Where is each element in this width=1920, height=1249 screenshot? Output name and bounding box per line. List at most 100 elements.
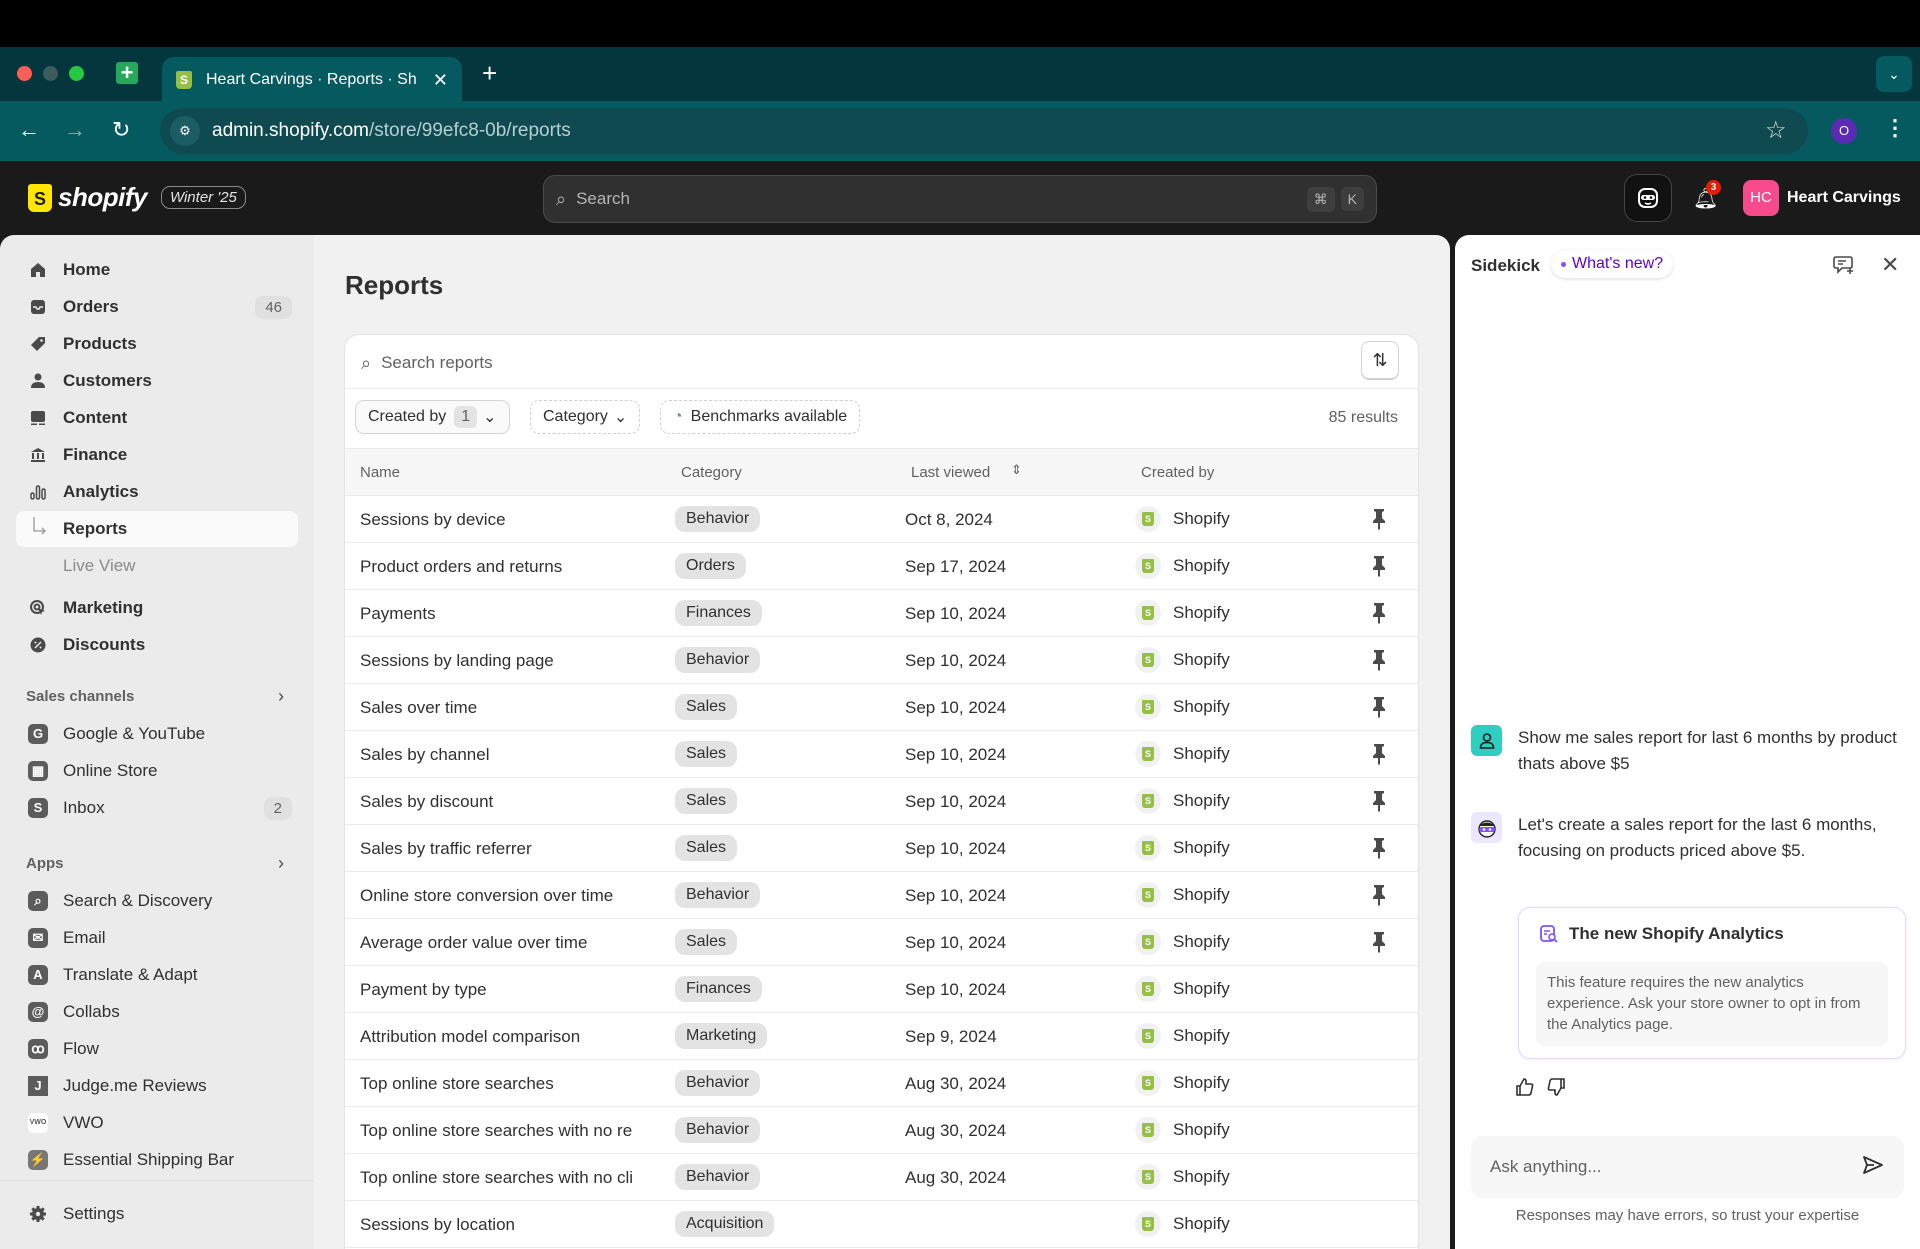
pin-icon[interactable] xyxy=(1371,837,1387,864)
sidebar-item-inbox[interactable]: S Inbox 2 xyxy=(16,790,298,826)
close-window-button[interactable] xyxy=(17,66,32,81)
report-name[interactable]: Attribution model comparison xyxy=(360,1027,660,1047)
pin-icon[interactable] xyxy=(1371,884,1387,911)
maximize-window-button[interactable] xyxy=(69,66,84,81)
store-menu[interactable]: HC Heart Carvings xyxy=(1743,180,1901,216)
sidebar-item-customers[interactable]: Customers xyxy=(16,363,298,399)
table-row[interactable]: Top online store searches with no cli Beh… xyxy=(345,1154,1418,1201)
forward-arrow-icon[interactable]: → xyxy=(64,116,86,144)
report-name[interactable]: Sessions by location xyxy=(360,1215,660,1235)
new-chat-icon[interactable] xyxy=(1833,255,1855,280)
site-settings-icon[interactable]: ⚙ xyxy=(170,116,200,146)
browser-menu-icon[interactable]: ⋮ xyxy=(1884,114,1906,142)
shopify-logo[interactable]: S shopify Winter '25 xyxy=(28,182,246,213)
whats-new-button[interactable]: What's new? xyxy=(1551,250,1673,278)
sort-chevrons-icon[interactable]: ⇕ xyxy=(1011,462,1022,478)
table-row[interactable]: Sessions by location Acquisition S Shopify xyxy=(345,1201,1418,1248)
thumbs-down-icon[interactable] xyxy=(1546,1077,1566,1102)
new-tab-button[interactable]: + xyxy=(482,60,497,86)
report-name[interactable]: Sessions by landing page xyxy=(360,651,660,671)
column-header-last-viewed[interactable]: Last viewed xyxy=(911,464,990,481)
table-row[interactable]: Top online store searches Behavior Aug 30,… xyxy=(345,1060,1418,1107)
sidebar-item-essential-shipping-bar[interactable]: ⚡ Essential Shipping Bar xyxy=(16,1142,298,1178)
sidebar-item-email[interactable]: ✉ Email xyxy=(16,920,298,956)
sort-button[interactable]: ⇅ xyxy=(1361,341,1399,379)
pinned-tab-sheets-icon[interactable]: + xyxy=(116,62,138,84)
pin-icon[interactable] xyxy=(1371,602,1387,629)
pin-icon[interactable] xyxy=(1371,931,1387,958)
ask-anything-input[interactable]: Ask anything... xyxy=(1471,1136,1904,1198)
report-name[interactable]: Sales by traffic referrer xyxy=(360,839,660,859)
sidebar-item-orders[interactable]: Orders 46 xyxy=(16,289,298,325)
table-row[interactable]: Top online store searches with no re Beha… xyxy=(345,1107,1418,1154)
column-header-name[interactable]: Name xyxy=(360,464,400,481)
active-tab[interactable]: S Heart Carvings · Reports · Sh ✕ xyxy=(162,57,462,103)
pin-icon[interactable] xyxy=(1371,649,1387,676)
created-by-filter[interactable]: Created by 1 ⌄ xyxy=(355,400,510,434)
sidebar-item-content[interactable]: Content xyxy=(16,400,298,436)
table-row[interactable]: Attribution model comparison Marketing Sep… xyxy=(345,1013,1418,1060)
pin-icon[interactable] xyxy=(1371,508,1387,535)
table-row[interactable]: Sessions by landing page Behavior Sep 10, … xyxy=(345,637,1418,684)
sidebar-item-translate-adapt[interactable]: A Translate & Adapt xyxy=(16,957,298,993)
report-name[interactable]: Sales by channel xyxy=(360,745,660,765)
sales-channels-chevron-right-icon[interactable]: › xyxy=(278,686,284,707)
table-row[interactable]: Sales by traffic referrer Sales Sep 10, 20… xyxy=(345,825,1418,872)
table-row[interactable]: Sales by discount Sales Sep 10, 2024 S Shopi… xyxy=(345,778,1418,825)
sidebar-item-home[interactable]: Home xyxy=(16,252,298,288)
column-header-category[interactable]: Category xyxy=(681,464,742,481)
report-name[interactable]: Top online store searches with no re xyxy=(360,1121,660,1141)
sidebar-item-flow[interactable]: ꝏ Flow xyxy=(16,1031,298,1067)
close-icon[interactable]: ✕ xyxy=(1881,254,1899,276)
sidebar-item-marketing[interactable]: Marketing xyxy=(16,590,298,626)
url-text[interactable]: admin.shopify.com/store/99efc8-0b/report… xyxy=(212,120,571,142)
notifications-bell-icon[interactable]: 🔔︎ 3 xyxy=(1693,180,1721,211)
report-name[interactable]: Top online store searches xyxy=(360,1074,660,1094)
sidebar-item-collabs[interactable]: @ Collabs xyxy=(16,994,298,1030)
reload-icon[interactable]: ↻ xyxy=(112,116,130,144)
column-header-created-by[interactable]: Created by xyxy=(1141,464,1214,481)
report-name[interactable]: Top online store searches with no cli xyxy=(360,1168,660,1188)
sidebar-item-search-discovery[interactable]: ⌕ Search & Discovery xyxy=(16,883,298,919)
send-icon[interactable] xyxy=(1862,1155,1884,1180)
back-arrow-icon[interactable]: ← xyxy=(18,116,40,144)
pin-icon[interactable] xyxy=(1371,743,1387,770)
sidebar-item-live-view[interactable]: Live View xyxy=(16,548,298,584)
report-name[interactable]: Online store conversion over time xyxy=(360,886,660,906)
sidebar-item-online-store[interactable]: ▦ Online Store xyxy=(16,753,298,789)
sidebar-item-settings[interactable]: Settings xyxy=(16,1196,298,1232)
minimize-window-button[interactable] xyxy=(43,66,58,81)
address-bar[interactable]: ⚙ admin.shopify.com/store/99efc8-0b/repo… xyxy=(160,108,1808,154)
sidebar-item-discounts[interactable]: Discounts xyxy=(16,627,298,663)
category-filter[interactable]: Category ⌄ xyxy=(530,400,641,434)
table-row[interactable]: Product orders and returns Orders Sep 17, … xyxy=(345,543,1418,590)
sidebar-item-judgeme[interactable]: J Judge.me Reviews xyxy=(16,1068,298,1104)
report-name[interactable]: Product orders and returns xyxy=(360,557,660,577)
tab-search-chevron-down-icon[interactable]: ⌄ xyxy=(1876,56,1912,92)
close-tab-icon[interactable]: ✕ xyxy=(433,70,448,91)
report-name[interactable]: Average order value over time xyxy=(360,933,660,953)
table-row[interactable]: Payment by type Finances Sep 10, 2024 S Shop… xyxy=(345,966,1418,1013)
table-row[interactable]: Sales over time Sales Sep 10, 2024 S Shopify xyxy=(345,684,1418,731)
sidebar-item-vwo[interactable]: VWO VWO xyxy=(16,1105,298,1141)
global-search-input[interactable]: ⌕ Search ⌘ K xyxy=(543,175,1377,223)
report-name[interactable]: Payment by type xyxy=(360,980,660,1000)
pin-icon[interactable] xyxy=(1371,696,1387,723)
table-row[interactable]: Sales by channel Sales Sep 10, 2024 S Shopif… xyxy=(345,731,1418,778)
table-row[interactable]: Average order value over time Sales Sep 10… xyxy=(345,919,1418,966)
sidebar-item-finance[interactable]: Finance xyxy=(16,437,298,473)
table-row[interactable]: Payments Finances Sep 10, 2024 S Shopify xyxy=(345,590,1418,637)
report-name[interactable]: Sessions by device xyxy=(360,510,660,530)
profile-avatar[interactable]: O xyxy=(1831,118,1857,144)
table-row[interactable]: Sessions by device Behavior Oct 8, 2024 S Sh… xyxy=(345,496,1418,543)
edition-badge[interactable]: Winter '25 xyxy=(160,186,246,209)
thumbs-up-icon[interactable] xyxy=(1515,1077,1535,1102)
benchmarks-filter[interactable]: ◔ Benchmarks available xyxy=(660,400,861,434)
sidekick-toggle-button[interactable] xyxy=(1625,175,1671,221)
sidebar-item-google-youtube[interactable]: G Google & YouTube xyxy=(16,716,298,752)
bookmark-star-icon[interactable]: ☆ xyxy=(1765,116,1787,145)
apps-chevron-right-icon[interactable]: › xyxy=(278,853,284,874)
table-row[interactable]: Online store conversion over time Behavio… xyxy=(345,872,1418,919)
report-name[interactable]: Sales by discount xyxy=(360,792,660,812)
pin-icon[interactable] xyxy=(1371,555,1387,582)
